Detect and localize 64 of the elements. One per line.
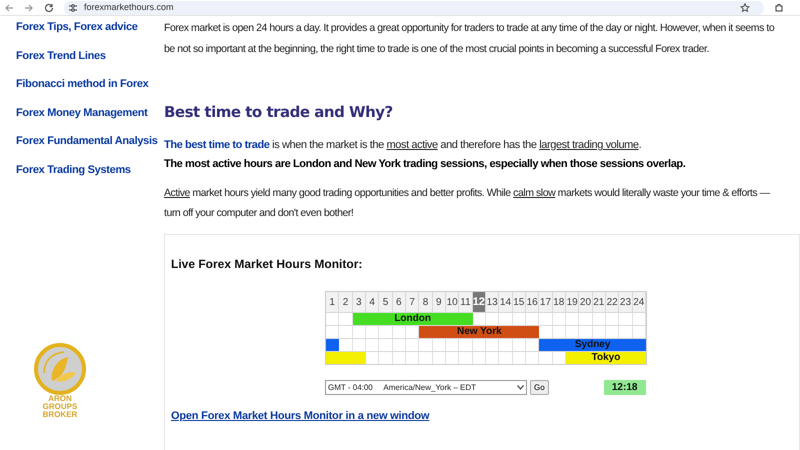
logo-text: ARON [48,394,72,402]
hour-cell: 5 [379,292,393,312]
session-label: Tokyo [592,353,620,363]
session-label: Sydney [574,340,610,350]
paragraph-line: turn off your computer and don't even bother! [164,206,354,221]
star-icon[interactable] [740,2,750,12]
hour-cell: 12 [472,292,486,312]
url-text: forexmarkethours.com [84,0,175,14]
text-link[interactable]: The best time to trade [164,139,270,151]
hour-cell: 4 [366,292,380,312]
hour-cell: 8 [419,292,433,312]
session-label: London [394,314,431,324]
hour-cell: 19 [566,292,580,312]
hour-cell: 24 [632,292,646,312]
hour-cell: 20 [579,292,593,312]
hour-cell: 2 [339,292,353,312]
hour-cell: 16 [526,292,540,312]
leaf-emblem-icon [34,342,86,394]
sidebar-link[interactable]: Forex Trading Systems [16,162,131,176]
hour-cell: 21 [592,292,606,312]
hour-cell: 6 [392,292,406,312]
forward-icon[interactable] [24,2,34,12]
hour-cell: 13 [486,292,500,312]
timezone-dropdown[interactable]: GMT - 04:00 America/New_York – EDT [325,380,527,395]
sidebar-link[interactable]: Forex Money Management [16,106,148,120]
clock-display: 12:18 [604,380,646,395]
sidebar-link[interactable]: Forex Tips, Forex advice [16,20,138,34]
section-heading: Best time to trade and Why? [164,102,393,122]
hour-cell: 22 [606,292,620,312]
session-label: New York [457,327,502,337]
hour-cell: 23 [619,292,633,312]
address-bar[interactable]: forexmarkethours.com [64,0,764,14]
sidebar-link[interactable]: Forex Fundamental Analysis [16,134,158,148]
hour-cell: 18 [552,292,566,312]
hour-cell: 14 [499,292,513,312]
logo-text: BROKER [42,410,78,418]
hour-cell: 10 [446,292,460,312]
paragraph-line: be not so important at the beginning, the right time to trade is one of the most crucial points in becoming a successful Forex trader. [164,42,710,57]
hour-cell: 1 [326,292,340,312]
hour-cell: 9 [432,292,446,312]
sidebar-link[interactable]: Forex Trend Lines [16,48,106,62]
hour-cell: 7 [406,292,420,312]
extensions-icon[interactable] [774,2,784,12]
chevron-down-icon [517,385,524,390]
text-link[interactable]: Active [164,187,190,199]
go-button[interactable]: Go [530,380,549,395]
site-info-icon[interactable] [68,2,78,12]
hour-cell: 15 [512,292,526,312]
text-link[interactable]: calm slow [513,187,556,199]
panel-title: Live Forex Market Hours Monitor: [171,256,362,273]
paragraph: The best time to trade is when the market is the most active and therefore has the largest trading volume. [164,138,642,153]
text-link[interactable]: most active [386,139,438,151]
hour-cell: 3 [352,292,366,312]
hour-cell: 11 [459,292,473,312]
reload-icon[interactable] [44,2,54,12]
paragraph: Active market hours yield many good trading opportunities and better profits. While calm slow markets would literally waste your time & efforts — [164,186,772,201]
paragraph-line: Forex market is open 24 hours a day. It provides a great opportunity for traders to trade at any time of the day or night. However, when it seems to [164,21,776,36]
logo-text: GROUPS [42,402,78,410]
bold-text: The most active hours are London and New York trading sessions, especially when those sessions overlap. [164,157,686,172]
sidebar-link[interactable]: Fibonacci method in Forex [16,77,148,91]
hour-cell: 17 [539,292,553,312]
text-link[interactable]: Open Forex Market Hours Monitor in a new window [171,408,430,424]
back-icon[interactable] [4,2,14,12]
text-link[interactable]: largest trading volume [539,139,639,151]
